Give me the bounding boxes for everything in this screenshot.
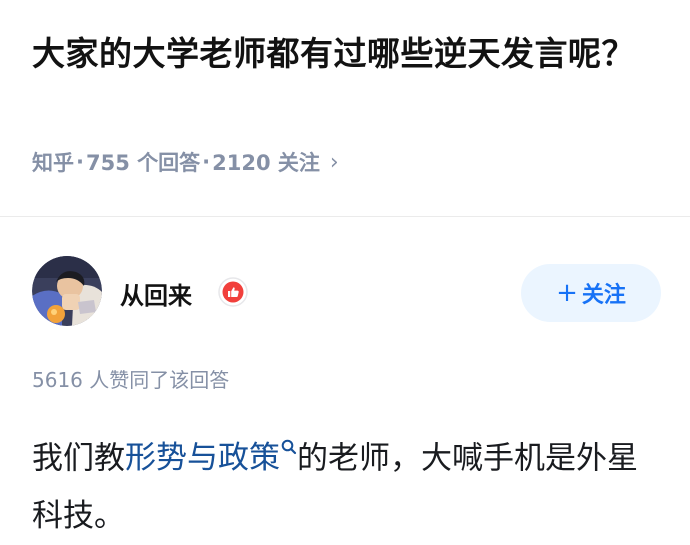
plus-icon: +: [556, 278, 578, 308]
search-icon: [281, 418, 297, 455]
question-meta[interactable]: 知乎 · 755 个回答 · 2120 关注 ›: [32, 146, 339, 178]
answer-text-before: 我们教: [32, 440, 125, 477]
meta-separator: ·: [76, 150, 84, 174]
avatar[interactable]: [32, 256, 102, 326]
author-name[interactable]: 从回来: [120, 276, 192, 311]
chevron-right-icon: ›: [329, 149, 339, 175]
follower-count: 2120 关注: [212, 151, 320, 175]
search-link-text: 形势与政策: [125, 440, 280, 477]
follow-button[interactable]: + 关注: [521, 264, 661, 322]
author-row: 从回来 + 关注: [0, 252, 690, 332]
thumbs-up-badge-icon[interactable]: [218, 277, 248, 307]
question-header: 大家的大学老师都有过哪些逆天发言呢？ 知乎 · 755 个回答 · 2120 关…: [0, 0, 690, 216]
meta-separator: ·: [202, 150, 211, 174]
avatar-image: [32, 256, 102, 326]
divider: [0, 216, 690, 217]
search-link[interactable]: 形势与政策: [125, 439, 297, 477]
answer-count: 755 个回答: [85, 151, 201, 175]
question-title[interactable]: 大家的大学老师都有过哪些逆天发言呢？: [32, 28, 652, 80]
follow-button-label: 关注: [581, 283, 626, 308]
answer-content[interactable]: 我们教形势与政策 的老师，大喊手机是外星科技。: [32, 418, 662, 545]
site-name: 知乎: [32, 151, 74, 175]
vote-count: 5616 人赞同了该回答: [32, 368, 230, 392]
